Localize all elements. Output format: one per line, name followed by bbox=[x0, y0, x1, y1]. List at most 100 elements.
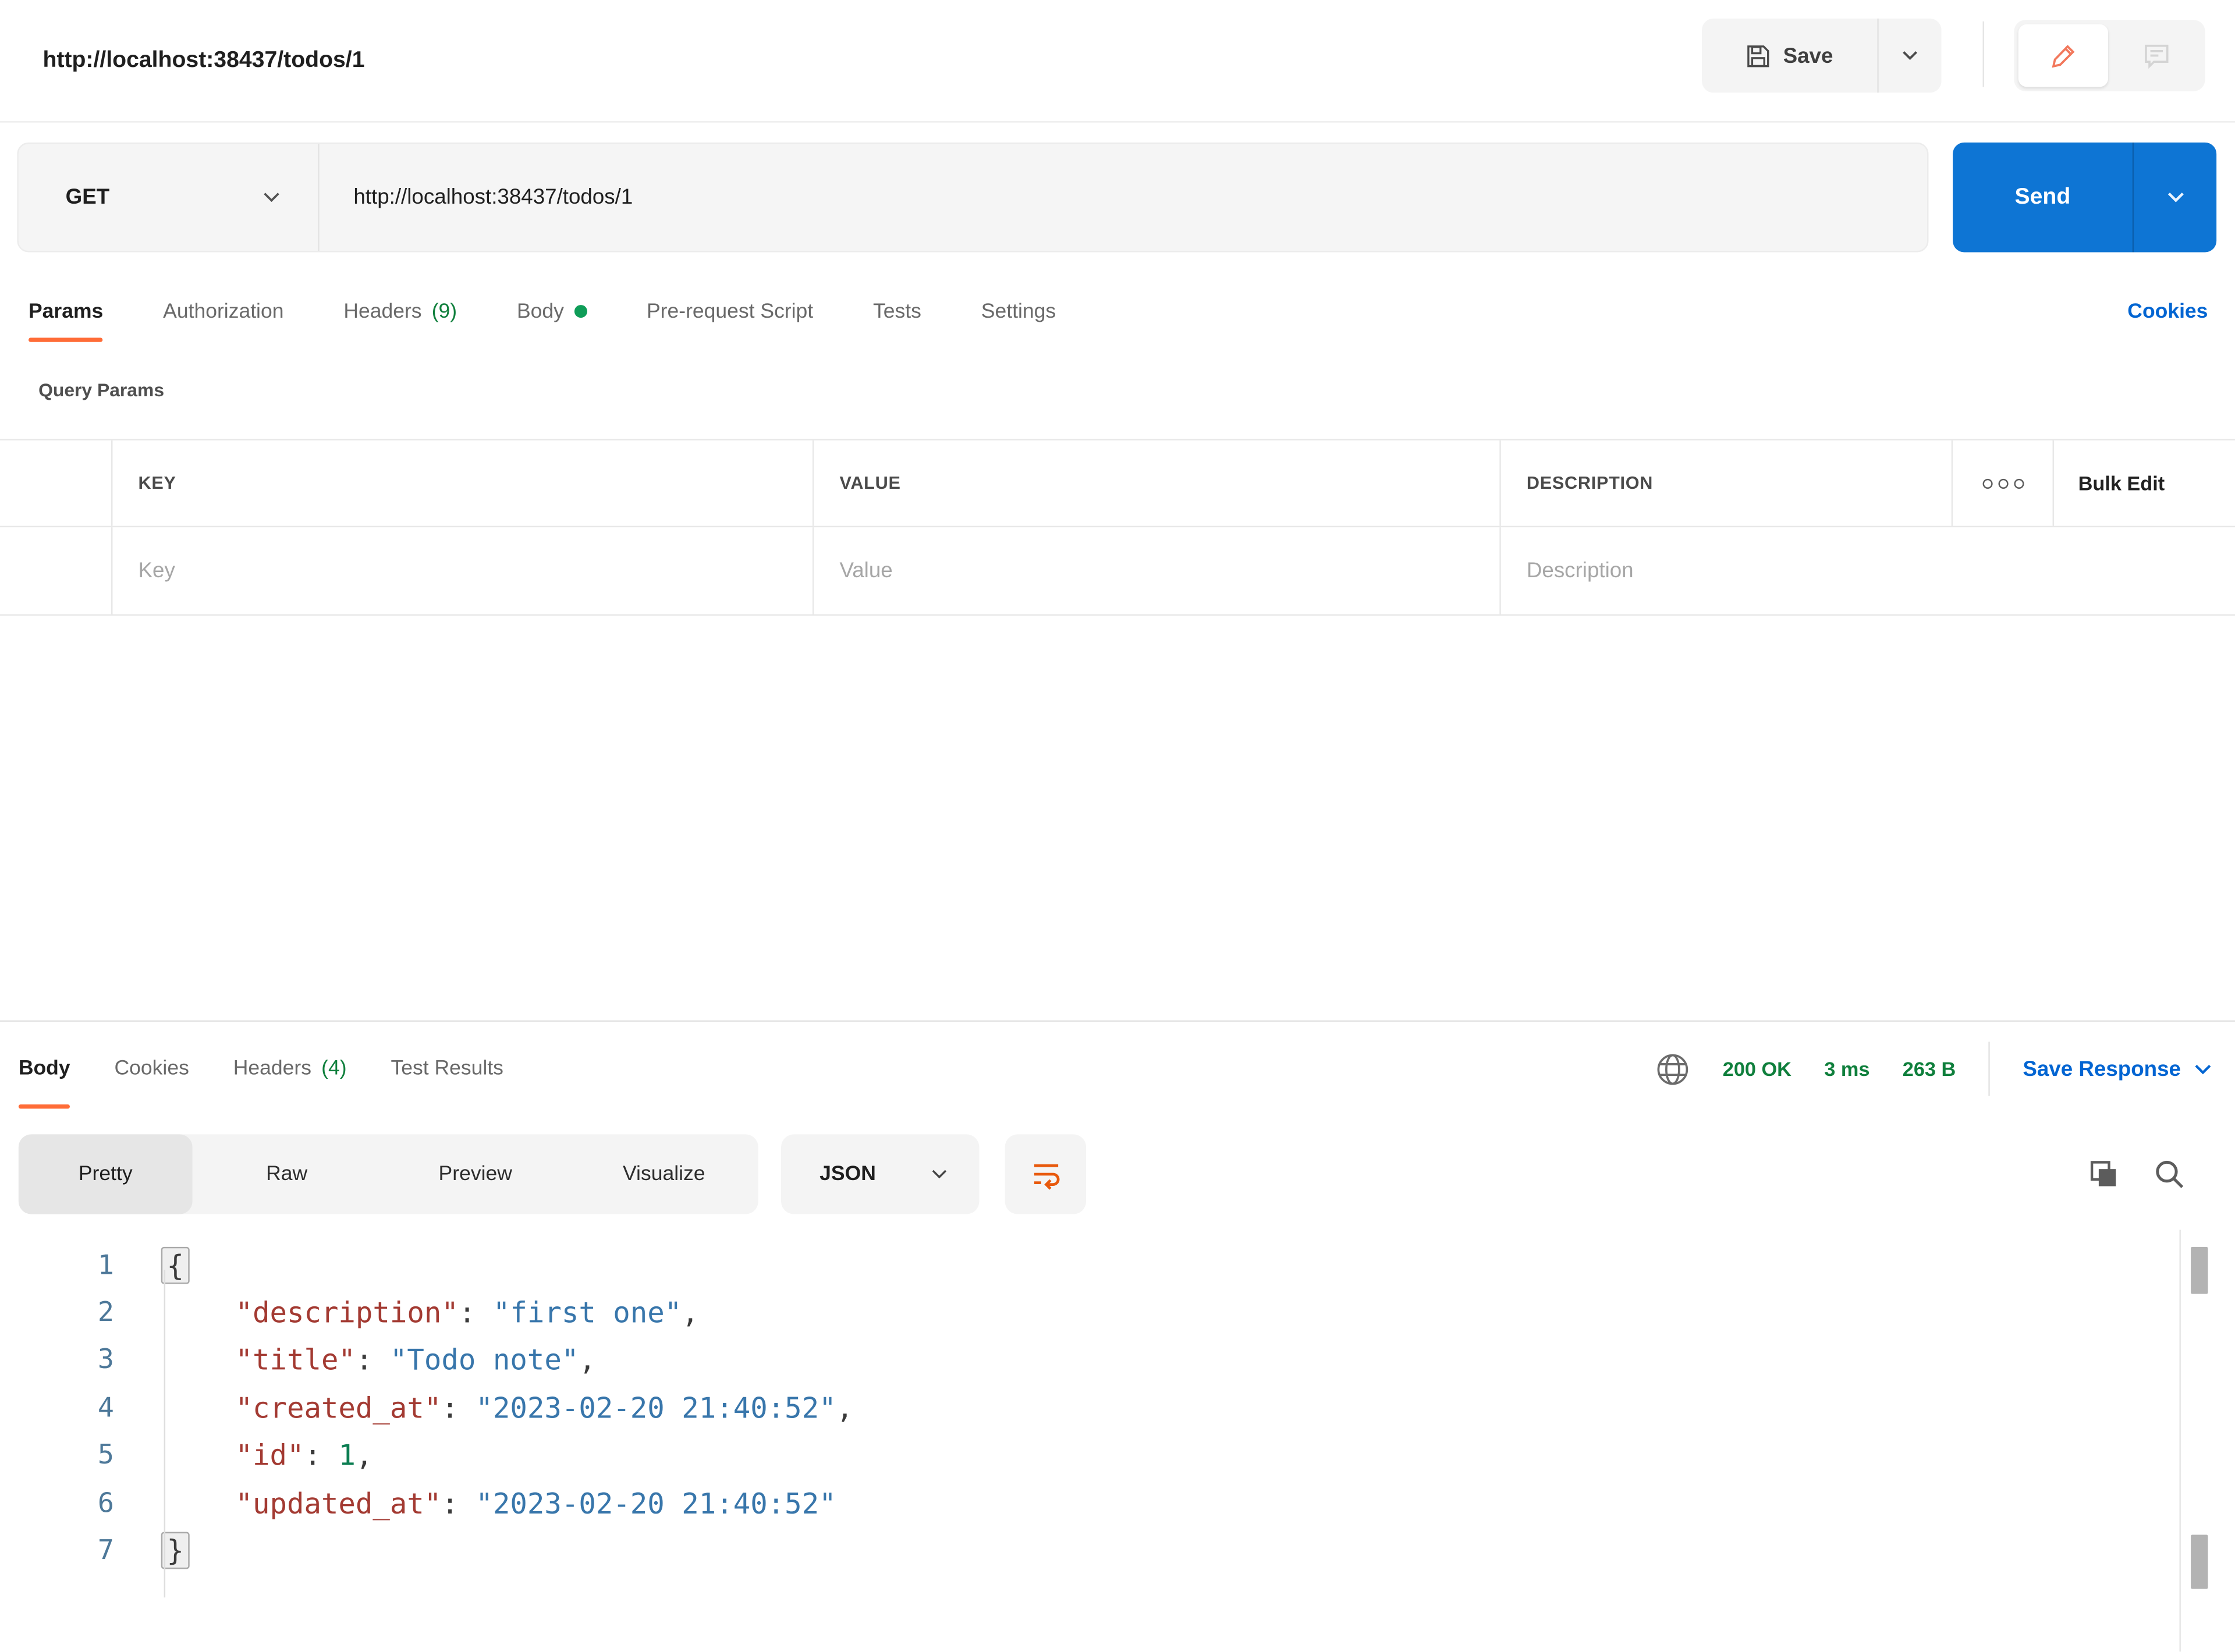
request-header-bar: http://localhost:38437/todos/1 Save bbox=[0, 0, 2235, 123]
code-line-row: 4 "created_at": "2023-02-20 21:40:52", bbox=[0, 1384, 2181, 1431]
line-number: 7 bbox=[97, 1534, 114, 1566]
tab-label: Body bbox=[516, 300, 564, 324]
code-line: { bbox=[114, 1246, 190, 1284]
tab-authorization[interactable]: Authorization bbox=[163, 271, 283, 353]
tab-label: Test Results bbox=[391, 1057, 503, 1081]
send-button[interactable]: Send bbox=[1953, 142, 2217, 253]
tab-settings[interactable]: Settings bbox=[981, 271, 1056, 353]
url-input[interactable]: http://localhost:38437/todos/1 bbox=[320, 144, 1927, 251]
bulk-edit-button[interactable]: Bulk Edit bbox=[2052, 440, 2235, 526]
code-line: "created_at": "2023-02-20 21:40:52", bbox=[235, 1390, 854, 1425]
tab-label: Authorization bbox=[163, 300, 284, 324]
search-response-button[interactable] bbox=[2147, 1152, 2192, 1197]
response-tab-headers[interactable]: Headers (4) bbox=[233, 1029, 347, 1109]
tab-tests[interactable]: Tests bbox=[873, 271, 921, 353]
scrollbar-track bbox=[2179, 1230, 2181, 1652]
response-size[interactable]: 263 B bbox=[1903, 1057, 1956, 1080]
tab-params[interactable]: Params bbox=[28, 271, 104, 353]
chevron-down-icon bbox=[2195, 1064, 2211, 1074]
view-raw[interactable]: Raw bbox=[193, 1134, 381, 1214]
method-label: GET bbox=[65, 185, 110, 210]
tab-label: Tests bbox=[873, 300, 921, 324]
query-params-title: Query Params bbox=[38, 379, 165, 401]
query-params-table: KEY VALUE DESCRIPTION Bulk Edit Key Valu… bbox=[0, 439, 2235, 616]
status-code[interactable]: 200 OK bbox=[1723, 1057, 1791, 1080]
line-number: 4 bbox=[97, 1392, 114, 1424]
scrollbar-thumb[interactable] bbox=[2191, 1246, 2208, 1294]
tab-label: Settings bbox=[981, 300, 1056, 324]
value-input[interactable]: Value bbox=[812, 527, 1499, 614]
view-pretty[interactable]: Pretty bbox=[18, 1134, 193, 1214]
response-body-code: 1{2 "description": "first one", 3 "title"… bbox=[0, 1241, 2181, 1574]
tab-count-badge: (9) bbox=[431, 300, 457, 324]
column-label: DESCRIPTION bbox=[1526, 473, 1654, 493]
save-response-button[interactable]: Save Response bbox=[2023, 1057, 2212, 1081]
save-icon bbox=[1746, 44, 1771, 68]
save-button-main[interactable]: Save bbox=[1702, 18, 1879, 93]
value-placeholder: Value bbox=[839, 559, 893, 583]
code-line-row: 3 "title": "Todo note", bbox=[0, 1337, 2181, 1384]
indent-guide-line bbox=[164, 1270, 166, 1598]
send-button-label[interactable]: Send bbox=[1953, 142, 2134, 253]
send-dropdown-button[interactable] bbox=[2134, 143, 2216, 253]
format-selector[interactable]: JSON bbox=[781, 1134, 980, 1214]
response-tab-body[interactable]: Body bbox=[18, 1029, 71, 1109]
comments-button[interactable] bbox=[2111, 24, 2201, 87]
tab-count-badge: (4) bbox=[321, 1057, 347, 1081]
pane-toggle-group bbox=[2014, 20, 2205, 91]
response-tabs: Body Cookies Headers (4) Test Results bbox=[18, 1029, 503, 1109]
tab-body[interactable]: Body bbox=[517, 271, 587, 353]
column-label: VALUE bbox=[839, 473, 901, 493]
line-number: 3 bbox=[97, 1344, 114, 1376]
network-globe-icon[interactable] bbox=[1654, 1051, 1690, 1086]
format-label: JSON bbox=[820, 1163, 876, 1186]
request-url-shell: GET http://localhost:38437/todos/1 bbox=[17, 142, 1929, 253]
view-preview[interactable]: Preview bbox=[381, 1134, 570, 1214]
response-divider bbox=[0, 1020, 2235, 1022]
scrollbar-thumb[interactable] bbox=[2191, 1534, 2208, 1589]
chevron-down-icon bbox=[931, 1168, 948, 1180]
code-line-row: 6 "updated_at": "2023-02-20 21:40:52" bbox=[0, 1479, 2181, 1527]
response-tab-test-results[interactable]: Test Results bbox=[391, 1029, 503, 1109]
code-line-row: 7} bbox=[0, 1527, 2181, 1575]
code-line: "title": "Todo note", bbox=[235, 1343, 596, 1377]
row-handle-cell bbox=[0, 527, 111, 614]
key-column-header: KEY bbox=[111, 440, 813, 526]
response-time[interactable]: 3 ms bbox=[1824, 1057, 1869, 1080]
line-number: 1 bbox=[97, 1249, 114, 1281]
tab-pre-request-script[interactable]: Pre-request Script bbox=[647, 271, 813, 353]
tab-label: Cookies bbox=[114, 1057, 189, 1081]
tab-label: Body bbox=[18, 1057, 70, 1081]
column-label: KEY bbox=[138, 473, 176, 493]
key-placeholder: Key bbox=[138, 559, 175, 583]
tab-headers[interactable]: Headers (9) bbox=[343, 271, 457, 353]
line-number: 6 bbox=[97, 1487, 114, 1519]
code-line: "updated_at": "2023-02-20 21:40:52" bbox=[235, 1486, 836, 1520]
save-button[interactable]: Save bbox=[1702, 18, 1942, 93]
method-selector[interactable]: GET bbox=[19, 144, 320, 251]
wrap-text-button[interactable] bbox=[1005, 1134, 1087, 1214]
key-input[interactable]: Key bbox=[111, 527, 813, 614]
modified-dot bbox=[574, 304, 587, 317]
url-value: http://localhost:38437/todos/1 bbox=[353, 185, 633, 210]
cookies-link[interactable]: Cookies bbox=[2127, 271, 2208, 353]
bulk-edit-label: Bulk Edit bbox=[2078, 471, 2165, 495]
edit-pencil-button[interactable] bbox=[2018, 24, 2109, 87]
response-tab-cookies[interactable]: Cookies bbox=[115, 1029, 189, 1109]
copy-response-button[interactable] bbox=[2081, 1152, 2127, 1197]
response-body-editor[interactable]: 1{2 "description": "first one", 3 "title"… bbox=[0, 1232, 2181, 1598]
topbar-divider bbox=[1982, 21, 1984, 87]
params-more-options-button[interactable] bbox=[1951, 440, 2053, 526]
value-column-header: VALUE bbox=[812, 440, 1499, 526]
tab-label: Headers bbox=[343, 300, 422, 324]
view-visualize[interactable]: Visualize bbox=[570, 1134, 758, 1214]
save-dropdown-button[interactable] bbox=[1879, 19, 1942, 93]
search-icon bbox=[2152, 1157, 2187, 1192]
params-header-row: KEY VALUE DESCRIPTION Bulk Edit bbox=[0, 439, 2235, 528]
description-input[interactable]: Description bbox=[1499, 527, 2235, 614]
more-options-icon bbox=[1982, 478, 1992, 488]
line-number: 2 bbox=[97, 1296, 114, 1328]
request-title: http://localhost:38437/todos/1 bbox=[42, 48, 365, 73]
tab-label: Headers bbox=[233, 1057, 311, 1081]
wrap-text-icon bbox=[1028, 1157, 1063, 1192]
